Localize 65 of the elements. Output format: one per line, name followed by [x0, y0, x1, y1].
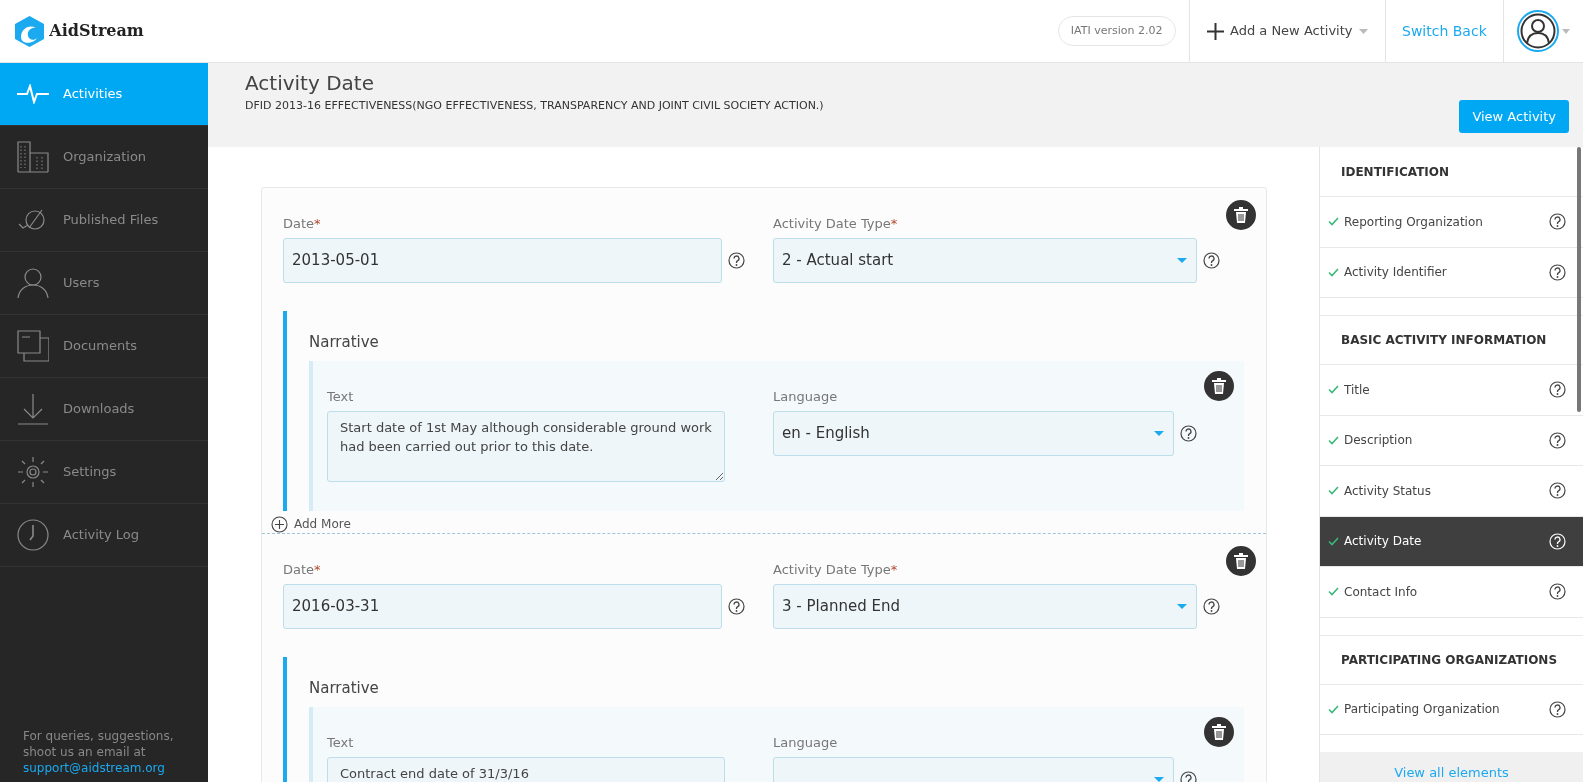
activity-subtitle: DFID 2013-16 EFFECTIVENESS(NGO EFFECTIVENESS, TRANSPARENCY AND JOINT CIVIL SOCIETY ACTION.) [245, 98, 824, 115]
avatar-icon[interactable] [1516, 10, 1559, 52]
trash-icon [1212, 724, 1226, 740]
section-title: Narrative [308, 677, 380, 699]
trash-icon [1234, 207, 1248, 223]
caret-icon [1359, 28, 1368, 34]
field-label: Text [327, 388, 355, 406]
plus-icon [1206, 22, 1224, 40]
delete-button[interactable] [1204, 371, 1234, 401]
text-area[interactable]: Contract end date of 31/3/16 [327, 756, 725, 782]
element-nav-item[interactable]: Contact Info [1320, 567, 1583, 618]
logo-icon [13, 14, 46, 48]
field-label: Activity Date Type* [773, 215, 899, 233]
caret-icon [1562, 28, 1570, 34]
page-title: Activity Date [245, 71, 375, 95]
date-type-select[interactable]: 2 - Actual start [773, 237, 1197, 283]
date-type-select[interactable]: 3 - Planned End [773, 583, 1197, 629]
element-nav-item[interactable]: Participating Organization [1320, 684, 1583, 735]
help-icon[interactable] [1203, 251, 1220, 269]
pulse-icon [17, 84, 49, 104]
date-input[interactable]: 2013-05-01 [283, 237, 722, 283]
support-email-link[interactable]: support@aidstream.org [23, 761, 165, 775]
settings-icon [17, 456, 49, 488]
help-icon[interactable] [1203, 597, 1220, 615]
user-icon [17, 267, 49, 299]
building-icon [17, 141, 49, 173]
field-label: Language [773, 734, 839, 752]
plus-circle-icon [271, 515, 288, 533]
help-icon[interactable] [1549, 263, 1566, 281]
date-input[interactable]: 2016-03-31 [283, 583, 722, 629]
delete-button[interactable] [1226, 546, 1256, 576]
trash-icon [1212, 378, 1226, 394]
logo-text: AidStream [49, 20, 144, 42]
add-activity-button[interactable]: Add a New Activity [1205, 20, 1369, 42]
field-label: Language [773, 388, 839, 406]
help-icon[interactable] [1549, 700, 1566, 718]
help-icon[interactable] [1180, 424, 1197, 442]
section-heading: PARTICIPATING ORGANIZATIONS [1320, 634, 1583, 685]
help-icon[interactable] [1549, 583, 1566, 601]
element-nav-item[interactable]: Activity Status [1320, 466, 1583, 517]
field-label: Text [327, 734, 355, 752]
help-icon[interactable] [1549, 381, 1566, 399]
field-label: Date* [283, 561, 322, 579]
element-nav-item[interactable]: Description [1320, 415, 1583, 466]
section-title: Narrative [308, 331, 380, 353]
help-icon[interactable] [1180, 770, 1197, 782]
field-label: Activity Date Type* [773, 561, 899, 579]
support-text: For queries, suggestions, shoot us an email at [23, 728, 175, 760]
language-select[interactable]: en - English [773, 410, 1174, 456]
add-more-button[interactable]: Add More [271, 511, 351, 533]
download-icon [17, 393, 49, 425]
text-area[interactable]: Start date of 1st May although considerable ground work had been carried out prior to this date. [327, 410, 725, 482]
help-icon[interactable] [1549, 213, 1566, 231]
trash-icon [1234, 553, 1248, 569]
help-icon[interactable] [1549, 431, 1566, 449]
help-icon[interactable] [728, 597, 745, 615]
delete-button[interactable] [1226, 200, 1256, 230]
help-icon[interactable] [1549, 482, 1566, 500]
field-label: Date* [283, 215, 322, 233]
delete-button[interactable] [1204, 717, 1234, 747]
help-icon[interactable] [728, 251, 745, 269]
element-nav-item[interactable]: Activity Date [1320, 516, 1583, 567]
documents-icon [17, 330, 49, 362]
clock-icon [17, 519, 49, 551]
scrollbar-thumb[interactable] [1577, 147, 1581, 412]
